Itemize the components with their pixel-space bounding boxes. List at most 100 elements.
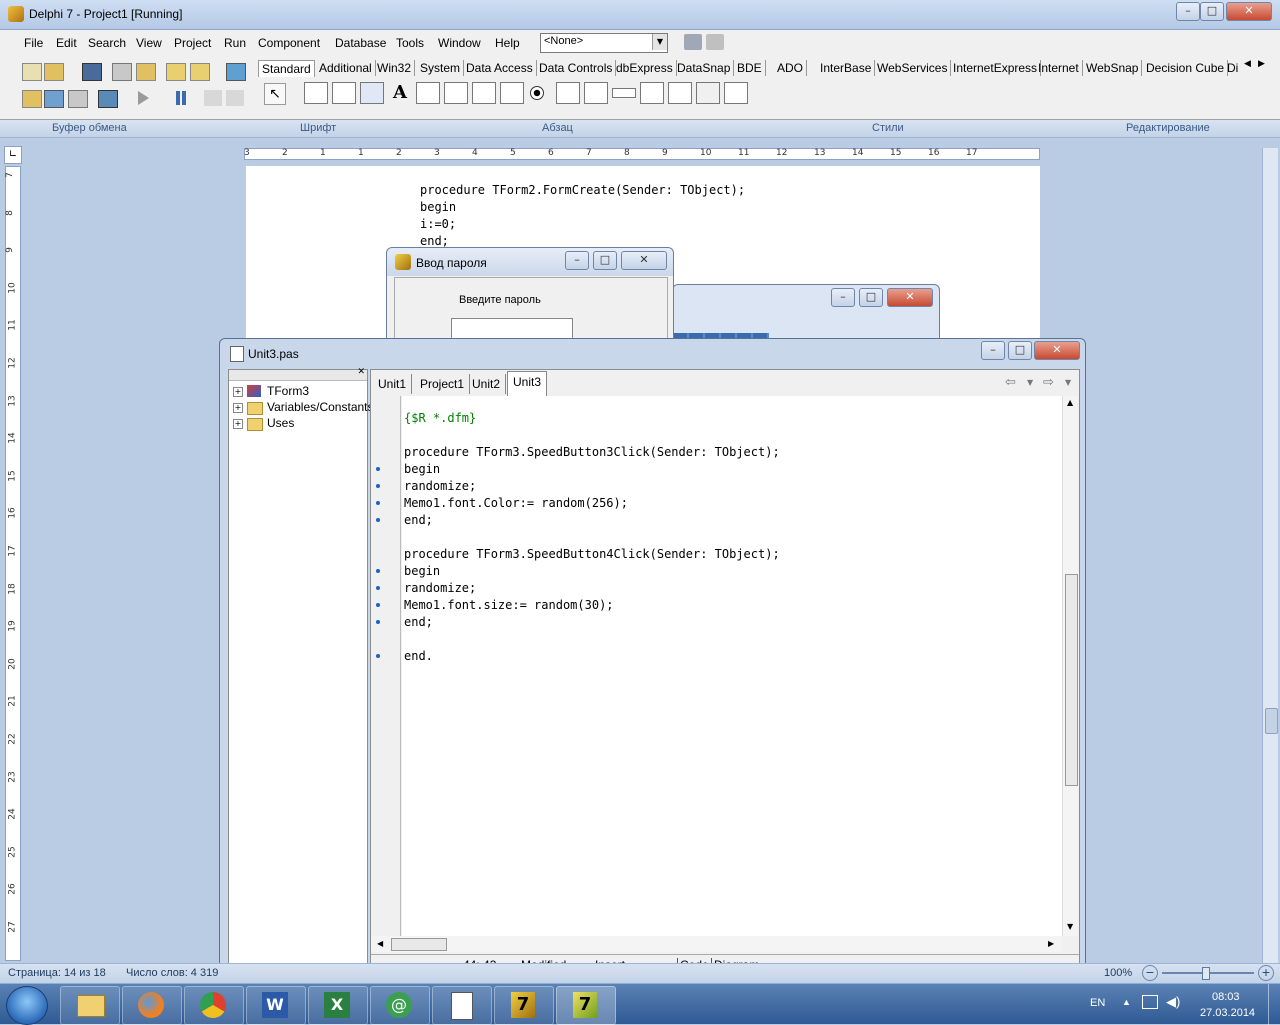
zoom-out-icon[interactable]: − bbox=[1142, 965, 1158, 981]
palette-tab-datasnap[interactable]: DataSnap bbox=[674, 60, 735, 76]
palette-tab-additional[interactable]: Additional bbox=[316, 60, 376, 76]
minimize-button[interactable]: – bbox=[565, 251, 589, 270]
chrome-taskbar-icon[interactable] bbox=[184, 986, 244, 1025]
maximize-button[interactable]: □ bbox=[593, 251, 617, 270]
code-editor-titlebar[interactable]: Unit3.pas – □ ✕ bbox=[220, 339, 1085, 367]
minimize-button[interactable]: – bbox=[1176, 2, 1200, 21]
page-counter[interactable]: Страница: 14 из 18 bbox=[8, 967, 106, 979]
close-button[interactable]: ✕ bbox=[1034, 341, 1080, 360]
remove-file-icon[interactable] bbox=[190, 63, 210, 81]
ribbon-group-editing[interactable]: Редактирование bbox=[1126, 122, 1210, 134]
word-taskbar-icon[interactable]: W bbox=[246, 986, 306, 1025]
code-area[interactable]: {$R *.dfm} procedure TForm3.SpeedButton3C… bbox=[402, 396, 1062, 936]
palette-tab-more[interactable]: Di bbox=[1224, 60, 1241, 76]
scroll-down-icon[interactable]: ▼ bbox=[1067, 922, 1073, 931]
close-button[interactable]: ✕ bbox=[1226, 2, 1272, 21]
ribbon-group-paragraph[interactable]: Абзац bbox=[542, 122, 573, 134]
code-line[interactable]: randomize; bbox=[404, 580, 476, 597]
breakpoint-dot-icon[interactable] bbox=[376, 467, 380, 471]
password-dialog[interactable]: Ввод пароля – □ ✕ Введите пароль bbox=[386, 247, 674, 349]
code-line[interactable]: begin bbox=[404, 461, 440, 478]
menu-file[interactable]: File bbox=[24, 36, 43, 50]
combobox-icon[interactable] bbox=[584, 82, 608, 104]
maximize-button[interactable]: □ bbox=[1200, 2, 1224, 21]
radiobutton-icon[interactable] bbox=[530, 86, 544, 100]
panel-icon[interactable] bbox=[696, 82, 720, 104]
tab-unit2[interactable]: Unit2 bbox=[467, 374, 507, 394]
palette-tab-websnap[interactable]: WebSnap bbox=[1083, 60, 1143, 76]
expand-icon[interactable]: + bbox=[233, 419, 243, 429]
actionlist-icon[interactable] bbox=[724, 82, 748, 104]
code-line[interactable]: end; bbox=[404, 512, 433, 529]
scroll-up-icon[interactable]: ▲ bbox=[1067, 398, 1073, 407]
palette-tab-webservices[interactable]: WebServices bbox=[874, 60, 952, 76]
palette-tab-data-access[interactable]: Data Access bbox=[463, 60, 537, 76]
new-form-icon[interactable] bbox=[98, 90, 118, 108]
menu-project[interactable]: Project bbox=[174, 36, 211, 50]
mainmenu-icon[interactable] bbox=[304, 82, 328, 104]
delphi-running-taskbar-icon[interactable]: 7 bbox=[556, 986, 616, 1025]
tab-unit1[interactable]: Unit1 bbox=[373, 374, 413, 394]
button-icon[interactable] bbox=[472, 82, 496, 104]
code-explorer[interactable]: ✕ + TForm3 + Variables/Constants + Uses bbox=[228, 367, 374, 977]
help-icon[interactable] bbox=[226, 63, 246, 81]
breakpoint-dot-icon[interactable] bbox=[376, 484, 380, 488]
close-button[interactable]: ✕ bbox=[887, 288, 933, 307]
palette-scroll-right-icon[interactable]: ▶ bbox=[1258, 59, 1265, 69]
close-button[interactable]: ✕ bbox=[621, 251, 667, 270]
forward-dropdown-icon[interactable]: ▼ bbox=[1065, 378, 1071, 387]
tab-selector-icon[interactable]: ∟ bbox=[4, 146, 22, 164]
back-dropdown-icon[interactable]: ▼ bbox=[1027, 378, 1033, 387]
save-all-icon[interactable] bbox=[112, 63, 132, 81]
maximize-button[interactable]: □ bbox=[1008, 341, 1032, 360]
label-arrow-icon[interactable] bbox=[360, 82, 384, 104]
excel-taskbar-icon[interactable]: X bbox=[308, 986, 368, 1025]
popupmenu-icon[interactable] bbox=[332, 82, 356, 104]
tab-unit3[interactable]: Unit3 bbox=[507, 371, 548, 396]
forward-arrow-icon[interactable]: ⇨ bbox=[1043, 375, 1054, 390]
view-unit-icon[interactable] bbox=[22, 90, 42, 108]
scroll-right-icon[interactable]: ▶ bbox=[1048, 939, 1054, 948]
palette-tab-decision-cube[interactable]: Decision Cube bbox=[1143, 60, 1229, 76]
maximize-button[interactable]: □ bbox=[859, 288, 883, 307]
word-counter[interactable]: Число слов: 4 319 bbox=[126, 967, 218, 979]
code-line[interactable]: procedure TForm3.SpeedButton4Click(Sende… bbox=[404, 546, 780, 563]
delphi-taskbar-icon[interactable]: 7 bbox=[494, 986, 554, 1025]
listbox-icon[interactable] bbox=[556, 82, 580, 104]
breakpoint-dot-icon[interactable] bbox=[376, 620, 380, 624]
menu-view[interactable]: View bbox=[136, 36, 162, 50]
run-icon[interactable] bbox=[138, 91, 149, 105]
scroll-thumb[interactable] bbox=[1065, 574, 1078, 786]
notepad-taskbar-icon[interactable] bbox=[432, 986, 492, 1025]
new-icon[interactable] bbox=[22, 63, 42, 81]
breakpoint-dot-icon[interactable] bbox=[376, 569, 380, 573]
breakpoint-dot-icon[interactable] bbox=[376, 654, 380, 658]
editor-gutter[interactable] bbox=[371, 396, 401, 936]
ribbon-group-font[interactable]: Шрифт bbox=[300, 122, 336, 134]
code-editor-window[interactable]: Unit3.pas – □ ✕ ✕ + TForm3 + Variables/C… bbox=[219, 338, 1086, 983]
ribbon-group-styles[interactable]: Стили bbox=[872, 122, 904, 134]
breakpoint-dot-icon[interactable] bbox=[376, 603, 380, 607]
radiogroup-icon[interactable] bbox=[668, 82, 692, 104]
palette-tab-bde[interactable]: BDE bbox=[734, 60, 766, 76]
toggle-form-unit-icon[interactable] bbox=[68, 90, 88, 108]
expand-icon[interactable]: + bbox=[233, 403, 243, 413]
pointer-icon[interactable]: ↖ bbox=[264, 83, 286, 105]
palette-tab-ado[interactable]: ADO bbox=[774, 60, 808, 76]
palette-tab-internet[interactable]: Internet bbox=[1035, 60, 1083, 76]
code-line[interactable]: Memo1.font.size:= random(30); bbox=[404, 597, 614, 614]
view-form-icon[interactable] bbox=[44, 90, 64, 108]
code-line[interactable]: end; bbox=[404, 614, 433, 631]
start-button[interactable] bbox=[6, 986, 48, 1025]
editor-horizontal-scrollbar[interactable]: ◀ ▶ bbox=[371, 936, 1061, 952]
minimize-button[interactable]: – bbox=[831, 288, 855, 307]
tab-project1[interactable]: Project1 bbox=[415, 374, 471, 394]
palette-tab-data-controls[interactable]: Data Controls bbox=[536, 60, 617, 76]
explorer-taskbar-icon[interactable] bbox=[60, 986, 120, 1025]
code-line[interactable]: begin bbox=[404, 563, 440, 580]
code-line[interactable]: Memo1.font.Color:= random(256); bbox=[404, 495, 628, 512]
edit-icon[interactable] bbox=[416, 82, 440, 104]
step-over-icon[interactable] bbox=[226, 90, 244, 106]
breakpoint-dot-icon[interactable] bbox=[376, 518, 380, 522]
minimize-button[interactable]: – bbox=[981, 341, 1005, 360]
